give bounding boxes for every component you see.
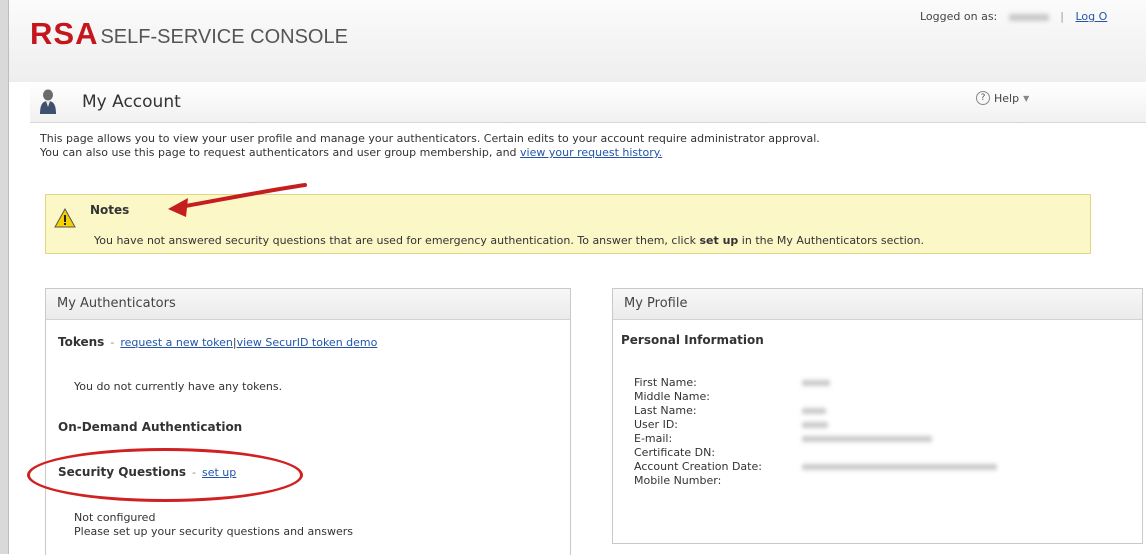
- token-demo-link[interactable]: view SecurID token demo: [237, 336, 378, 349]
- tokens-row: Tokens - request a new token|view SecurID …: [58, 335, 377, 349]
- tokens-label: Tokens: [58, 335, 105, 349]
- panel-heading: My Profile: [613, 289, 1142, 320]
- field-value: [802, 432, 997, 446]
- window-left-edge: [0, 0, 9, 554]
- annotation-arrow: [168, 183, 307, 217]
- field-value: [802, 446, 997, 460]
- annotation-circle: [27, 448, 303, 502]
- product-name: SELF-SERVICE CONSOLE: [100, 26, 348, 48]
- security-questions-status: Not configured Please set up your securi…: [74, 511, 353, 539]
- redacted-value: [802, 464, 997, 470]
- intro-line-2: You can also use this page to request au…: [40, 146, 820, 160]
- field-label: Account Creation Date:: [634, 460, 762, 473]
- help-menu[interactable]: ? Help ▼: [976, 91, 1029, 105]
- field-value: [802, 418, 997, 432]
- user-account-icon: [40, 89, 56, 114]
- request-token-link[interactable]: request a new token: [120, 336, 233, 349]
- not-configured-text: Not configured: [74, 511, 156, 524]
- field-label: E-mail:: [634, 432, 673, 445]
- warning-icon: [54, 208, 76, 228]
- field-label: Mobile Number:: [634, 474, 722, 487]
- on-demand-label: On-Demand Authentication: [58, 420, 243, 434]
- redacted-username: [1008, 13, 1049, 21]
- chevron-down-icon: ▼: [1023, 93, 1030, 103]
- logged-on-info: Logged on as: | Log O: [920, 10, 1107, 23]
- field-value: [802, 474, 997, 488]
- field-label: Last Name:: [634, 404, 697, 417]
- field-value: [802, 376, 997, 390]
- redacted-value: [802, 422, 828, 428]
- profile-field-values: [802, 376, 997, 488]
- field-label: User ID:: [634, 418, 678, 431]
- notes-title: Notes: [90, 203, 130, 217]
- help-icon: ?: [976, 91, 990, 105]
- field-label: Certificate DN:: [634, 446, 716, 459]
- help-label: Help: [994, 91, 1020, 105]
- notes-message: You have not answered security questions…: [94, 234, 924, 247]
- redacted-value: [802, 436, 932, 442]
- page-description: This page allows you to view your user p…: [40, 132, 820, 160]
- my-profile-panel: My Profile Personal Information First Na…: [612, 288, 1143, 544]
- field-label: First Name:: [634, 376, 697, 389]
- separator: |: [1060, 10, 1064, 23]
- request-history-link[interactable]: view your request history.: [520, 146, 662, 159]
- field-value: [802, 460, 997, 474]
- redacted-value: [802, 408, 826, 414]
- page-title-bar: My Account ? Help ▼: [30, 82, 1146, 123]
- profile-field-labels: First Name: Middle Name: Last Name: User…: [634, 376, 762, 488]
- personal-info-title: Personal Information: [621, 333, 764, 347]
- notes-text-bold: set up: [699, 234, 739, 247]
- field-value: [802, 404, 997, 418]
- panel-heading: My Authenticators: [46, 289, 570, 320]
- setup-prompt-text: Please set up your security questions an…: [74, 525, 354, 538]
- logout-link[interactable]: Log O: [1075, 10, 1107, 23]
- redacted-value: [802, 380, 830, 386]
- notes-text-end: in the My Authenticators section.: [738, 234, 924, 247]
- rsa-logo: RSA SELF-SERVICE CONSOLE: [30, 18, 348, 49]
- logged-on-label: Logged on as:: [920, 10, 998, 23]
- intro-line-1: This page allows you to view your user p…: [40, 132, 820, 145]
- page-title: My Account: [82, 92, 181, 112]
- field-value: [802, 390, 997, 404]
- notes-text-start: You have not answered security questions…: [94, 234, 700, 247]
- my-authenticators-panel: My Authenticators Tokens - request a new t…: [45, 288, 571, 555]
- intro-line-2-text: You can also use this page to request au…: [40, 146, 521, 159]
- brand-name: RSA: [30, 16, 99, 51]
- field-label: Middle Name:: [634, 390, 710, 403]
- no-tokens-text: You do not currently have any tokens.: [74, 380, 283, 393]
- separator-dash: -: [110, 336, 115, 349]
